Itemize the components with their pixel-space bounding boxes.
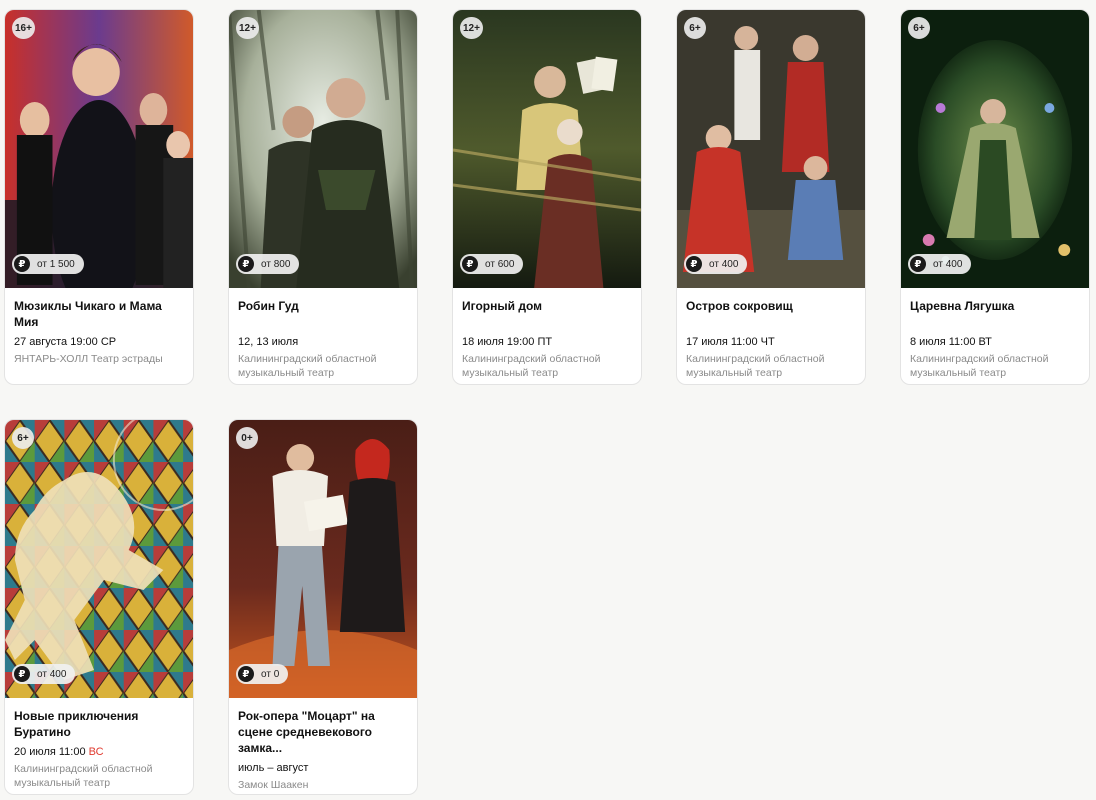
- age-rating-badge: 12+: [236, 17, 259, 39]
- price-text: от 1 500: [37, 258, 75, 270]
- event-weekday: ЧТ: [760, 336, 775, 348]
- event-weekday: ВС: [88, 746, 104, 758]
- poster-image: [901, 10, 1089, 288]
- ruble-icon: ₽: [462, 256, 478, 272]
- event-title[interactable]: Новые приключения Буратино: [14, 708, 184, 740]
- event-info: Рок-опера "Моцарт" на сцене средневеково…: [229, 698, 417, 792]
- event-title[interactable]: Царевна Лягушка: [910, 298, 1080, 330]
- event-title[interactable]: Рок-опера "Моцарт" на сцене средневеково…: [238, 708, 408, 756]
- price-text: от 400: [37, 668, 67, 680]
- price-text: от 800: [261, 258, 291, 270]
- event-title[interactable]: Мюзиклы Чикаго и Мама Мия: [14, 298, 184, 330]
- price-text: от 0: [261, 668, 280, 680]
- event-card[interactable]: 0+ ₽ от 0 Рок-опера "Моцарт" на сцене ср…: [228, 419, 418, 795]
- price-text: от 600: [485, 258, 515, 270]
- event-date: 8 июля 11:00 ВТ: [910, 335, 1080, 349]
- price-badge: ₽ от 400: [908, 254, 972, 274]
- event-title[interactable]: Игорный дом: [462, 298, 632, 330]
- age-rating-badge: 6+: [12, 427, 34, 449]
- ruble-icon: ₽: [910, 256, 926, 272]
- event-title[interactable]: Остров сокровищ: [686, 298, 856, 330]
- event-info: Игорный дом 18 июля 19:00 ПТ Калининград…: [453, 288, 641, 380]
- event-date: 27 августа 19:00 СР: [14, 335, 184, 349]
- event-info: Мюзиклы Чикаго и Мама Мия 27 августа 19:…: [5, 288, 193, 366]
- event-date-text: 17 июля 11:00: [686, 336, 758, 348]
- price-text: от 400: [709, 258, 739, 270]
- ruble-icon: ₽: [238, 666, 254, 682]
- age-rating-badge: 12+: [460, 17, 483, 39]
- event-poster[interactable]: 12+ ₽ от 600: [453, 10, 641, 288]
- age-rating-badge: 16+: [12, 17, 35, 39]
- event-date: 20 июля 11:00 ВС: [14, 745, 184, 759]
- event-venue: Калининградский областной музыкальный те…: [238, 353, 377, 379]
- event-card[interactable]: 12+ ₽ от 600 Игорный дом 18 июля 19:00 П…: [452, 9, 642, 385]
- event-info: Новые приключения Буратино 20 июля 11:00…: [5, 698, 193, 790]
- event-poster[interactable]: 16+ ₽ от 1 500: [5, 10, 193, 288]
- event-card[interactable]: 6+ ₽ от 400 Новые приключения Буратино 2…: [4, 419, 194, 795]
- ruble-icon: ₽: [238, 256, 254, 272]
- event-venue: Калининградский областной музыкальный те…: [14, 763, 153, 789]
- event-poster[interactable]: 6+ ₽ от 400: [677, 10, 865, 288]
- event-date-text: 20 июля 11:00: [14, 746, 86, 758]
- events-grid: 16+ ₽ от 1 500 Мюзиклы Чикаго и Мама Мия…: [4, 9, 1090, 795]
- event-card[interactable]: 12+ ₽ от 800 Робин Гуд 12, 13 июля Калин…: [228, 9, 418, 385]
- event-poster[interactable]: 6+ ₽ от 400: [901, 10, 1089, 288]
- poster-image: [229, 10, 417, 288]
- event-venue: Замок Шаакен: [238, 779, 309, 791]
- event-date: 17 июля 11:00 ЧТ: [686, 335, 856, 349]
- event-date: июль – август: [238, 761, 408, 775]
- price-badge: ₽ от 0: [236, 664, 289, 684]
- poster-image: [229, 420, 417, 698]
- price-text: от 400: [933, 258, 963, 270]
- event-date-text: 18 июля 19:00: [462, 336, 535, 348]
- event-weekday: СР: [100, 336, 117, 348]
- event-date: 18 июля 19:00 ПТ: [462, 335, 632, 349]
- price-badge: ₽ от 1 500: [12, 254, 84, 274]
- event-info: Робин Гуд 12, 13 июля Калининградский об…: [229, 288, 417, 380]
- event-poster[interactable]: 0+ ₽ от 0: [229, 420, 417, 698]
- age-rating-badge: 6+: [684, 17, 706, 39]
- poster-image: [453, 10, 641, 288]
- age-rating-badge: 6+: [908, 17, 930, 39]
- event-poster[interactable]: 12+ ₽ от 800: [229, 10, 417, 288]
- event-date-text: 12, 13 июля: [238, 336, 299, 348]
- poster-image: [677, 10, 865, 288]
- age-rating-badge: 0+: [236, 427, 258, 449]
- event-date-text: июль – август: [238, 762, 309, 774]
- event-title[interactable]: Робин Гуд: [238, 298, 408, 330]
- event-date: 12, 13 июля: [238, 335, 408, 349]
- poster-image: [5, 10, 193, 288]
- ruble-icon: ₽: [14, 666, 30, 682]
- event-weekday: ПТ: [537, 336, 553, 348]
- event-venue: Калининградский областной музыкальный те…: [462, 353, 601, 379]
- event-info: Царевна Лягушка 8 июля 11:00 ВТ Калининг…: [901, 288, 1089, 380]
- event-poster[interactable]: 6+ ₽ от 400: [5, 420, 193, 698]
- event-venue: Калининградский областной музыкальный те…: [910, 353, 1049, 379]
- event-venue: ЯНТАРЬ-ХОЛЛ Театр эстрады: [14, 353, 163, 365]
- event-card[interactable]: 16+ ₽ от 1 500 Мюзиклы Чикаго и Мама Мия…: [4, 9, 194, 385]
- price-badge: ₽ от 800: [236, 254, 300, 274]
- price-badge: ₽ от 400: [684, 254, 748, 274]
- price-badge: ₽ от 600: [460, 254, 524, 274]
- event-card[interactable]: 6+ ₽ от 400 Остров сокровищ 17 июля 11:0…: [676, 9, 866, 385]
- event-date-text: 8 июля 11:00: [910, 336, 976, 348]
- event-venue: Калининградский областной музыкальный те…: [686, 353, 825, 379]
- ruble-icon: ₽: [686, 256, 702, 272]
- event-weekday: ВТ: [978, 336, 992, 348]
- event-info: Остров сокровищ 17 июля 11:00 ЧТ Калинин…: [677, 288, 865, 380]
- ruble-icon: ₽: [14, 256, 30, 272]
- event-card[interactable]: 6+ ₽ от 400 Царевна Лягушка 8 июля 11:00…: [900, 9, 1090, 385]
- poster-image: [5, 420, 193, 698]
- event-date-text: 27 августа 19:00: [14, 336, 98, 348]
- price-badge: ₽ от 400: [12, 664, 76, 684]
